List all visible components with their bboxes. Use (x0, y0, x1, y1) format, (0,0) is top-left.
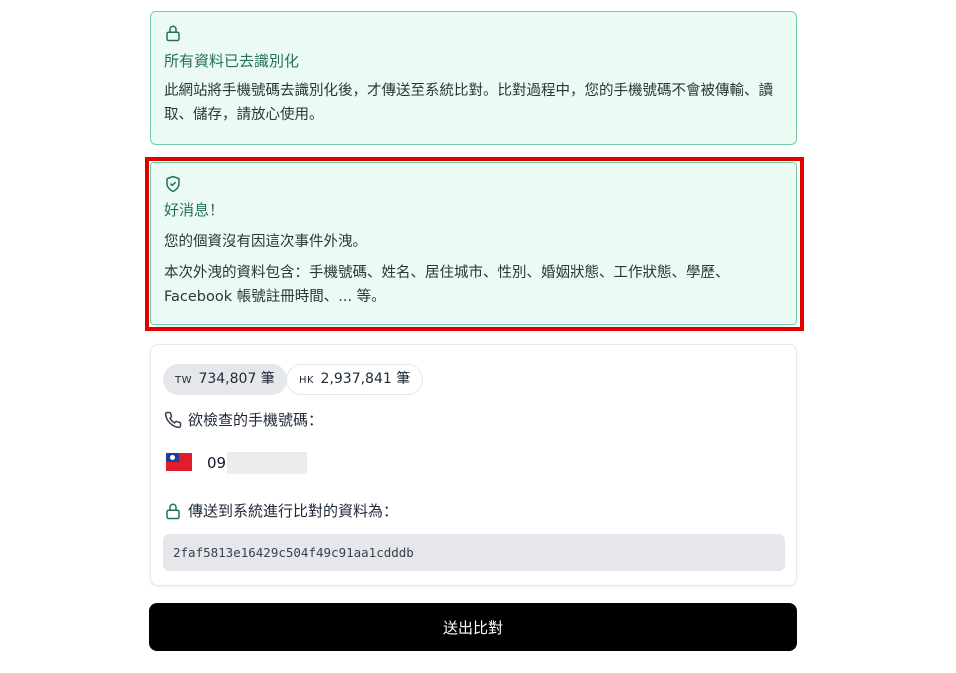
stat-badge-tw[interactable]: TW 734,807 筆 (163, 364, 287, 395)
stat-badge-tw-code: TW (175, 375, 192, 386)
hash-label-text: 傳送到系統進行比對的資料為： (188, 502, 399, 520)
phone-number-value[interactable]: 09 (207, 453, 226, 473)
privacy-notice-body: 此網站將手機號碼去識別化後，才傳送至系統比對。比對過程中，您的手機號碼不會被傳輸… (164, 83, 773, 123)
result-notice-details: 本次外洩的資料包含：手機號碼、姓名、居住城市、性別、婚姻狀態、工作狀態、學歷、F… (164, 265, 730, 305)
privacy-notice-title: 所有資料已去識別化 (164, 52, 300, 70)
lock-icon (166, 503, 180, 519)
stat-badge-tw-count: 734,807 筆 (198, 371, 275, 387)
privacy-notice: 所有資料已去識別化 此網站將手機號碼去識別化後，才傳送至系統比對。比對過程中，您… (150, 11, 797, 145)
stat-badge-hk-code: HK (299, 375, 315, 386)
hash-value-field: 2faf5813e16429c504f49c91aa1cdddb (163, 534, 785, 571)
phone-number-redaction (227, 452, 307, 474)
lock-icon (166, 25, 180, 42)
phone-label: 欲檢查的手機號碼： (164, 409, 323, 430)
result-notice: 好消息！ 您的個資沒有因這次事件外洩。 本次外洩的資料包含：手機號碼、姓名、居住… (150, 162, 797, 325)
phone-check-card: TW 734,807 筆 HK 2,937,841 筆 欲檢查的手機號碼： 09… (150, 344, 797, 586)
result-notice-title: 好消息！ (164, 201, 225, 219)
stat-badge-hk[interactable]: HK 2,937,841 筆 (286, 364, 424, 395)
taiwan-flag-icon (166, 453, 192, 471)
result-notice-status: 您的個資沒有因這次事件外洩。 (164, 234, 367, 250)
phone-label-text: 欲檢查的手機號碼： (188, 411, 324, 429)
hash-label: 傳送到系統進行比對的資料為： (164, 500, 398, 521)
phone-icon (164, 411, 182, 428)
shield-check-icon (166, 175, 180, 193)
submit-compare-button[interactable]: 送出比對 (149, 603, 797, 651)
stat-badge-hk-count: 2,937,841 筆 (320, 371, 411, 387)
